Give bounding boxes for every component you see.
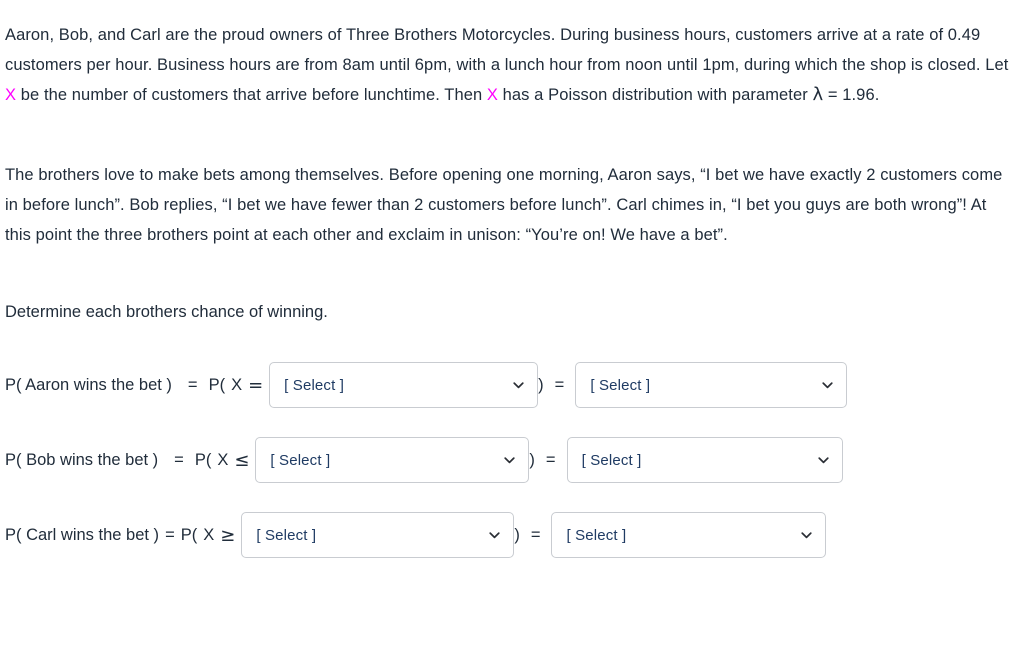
select-bob-probability[interactable]: [ Select ] xyxy=(566,437,843,483)
prob-close-bob: ) xyxy=(529,450,535,469)
random-variable-x: X xyxy=(5,86,17,104)
random-variable-x: X xyxy=(203,525,215,544)
select-carl-probability[interactable]: [ Select ] xyxy=(551,512,827,558)
select-carl-value-text: [ Select ] xyxy=(256,526,317,544)
prob-open-bob: P( xyxy=(194,450,212,469)
row-equals-1-aaron: = xyxy=(187,375,198,394)
paragraph-1-text-b: be the number of customers that arrive b… xyxy=(16,86,487,104)
row-label-carl: P( Carl wins the bet ) xyxy=(5,525,160,544)
prob-open-aaron: P( xyxy=(208,375,226,394)
instruction-spacer xyxy=(5,250,1033,297)
prob-open-carl: P( xyxy=(180,525,198,544)
select-aaron-value[interactable]: [ Select ] xyxy=(269,362,539,408)
chevron-down-icon xyxy=(512,379,525,392)
relation-symbol-bob: ≤ xyxy=(234,449,250,471)
select-carl-probability-text: [ Select ] xyxy=(566,526,627,544)
row-equals-2-bob: = xyxy=(545,450,556,469)
answer-row-aaron: P( Aaron wins the bet ) = P( X = [ Selec… xyxy=(5,357,1033,413)
row-equals-2-carl: = xyxy=(530,525,541,544)
select-carl-value[interactable]: [ Select ] xyxy=(241,512,515,558)
problem-page: Aaron, Bob, and Carl are the proud owner… xyxy=(0,0,1033,648)
problem-paragraph-2: The brothers love to make bets among the… xyxy=(5,166,1003,244)
select-aaron-probability-text: [ Select ] xyxy=(590,376,651,394)
select-bob-value-text: [ Select ] xyxy=(270,451,331,469)
chevron-down-icon xyxy=(488,529,501,542)
random-variable-x: X xyxy=(217,450,229,469)
random-variable-x: X xyxy=(231,375,243,394)
random-variable-x: X xyxy=(486,86,498,104)
row-equals-1-carl: = xyxy=(165,525,175,544)
row-equals-2-aaron: = xyxy=(554,375,565,394)
select-bob-probability-text: [ Select ] xyxy=(581,451,642,469)
select-aaron-value-text: [ Select ] xyxy=(284,376,345,394)
answer-row-carl: P( Carl wins the bet ) = P( X ≥ [ Select… xyxy=(5,507,1033,563)
row-label-aaron: P( Aaron wins the bet ) xyxy=(5,375,172,394)
relation-symbol-aaron: = xyxy=(248,374,264,396)
answer-row-bob: P( Bob wins the bet ) = P( X ≤ [ Select … xyxy=(5,432,1033,488)
select-aaron-probability[interactable]: [ Select ] xyxy=(575,362,848,408)
paragraph-1-text-d: = 1.96. xyxy=(823,86,880,104)
prob-close-aaron: ) xyxy=(538,375,544,394)
chevron-down-icon xyxy=(503,454,516,467)
lambda-symbol: λ xyxy=(812,84,824,105)
relation-symbol-carl: ≥ xyxy=(220,524,236,546)
paragraph-1-text-a: Aaron, Bob, and Carl are the proud owner… xyxy=(5,26,1009,74)
paragraph-1-text-c: has a Poisson distribution with paramete… xyxy=(498,86,813,104)
chevron-down-icon xyxy=(817,454,830,467)
chevron-down-icon xyxy=(800,529,813,542)
chevron-down-icon xyxy=(821,379,834,392)
prob-close-carl: ) xyxy=(514,525,520,544)
select-bob-value[interactable]: [ Select ] xyxy=(255,437,530,483)
row-equals-1-bob: = xyxy=(174,450,184,469)
instruction-text: Determine each brothers chance of winnin… xyxy=(5,303,328,321)
answer-form: P( Aaron wins the bet ) = P( X = [ Selec… xyxy=(5,357,1033,563)
row-label-bob: P( Bob wins the bet ) xyxy=(5,450,159,469)
problem-paragraph-1: Aaron, Bob, and Carl are the proud owner… xyxy=(5,20,1015,110)
